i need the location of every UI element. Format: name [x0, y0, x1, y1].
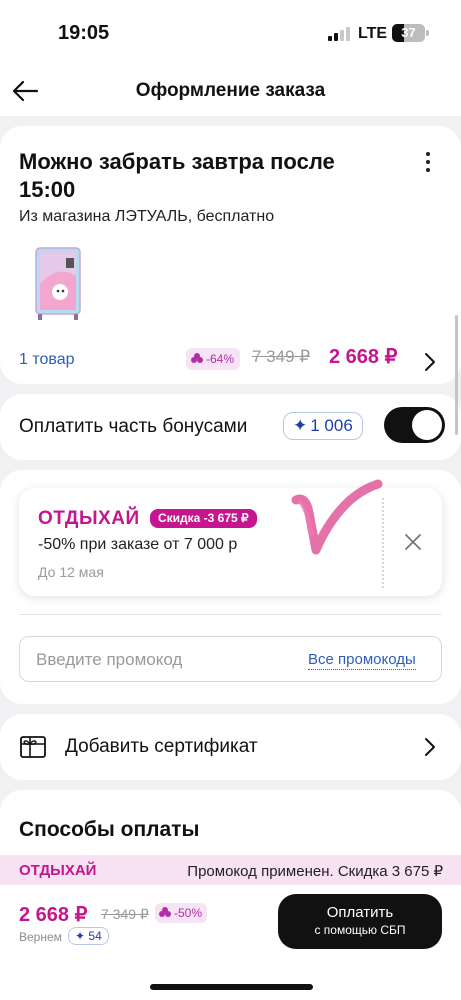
discount-badge: -64%: [186, 348, 241, 370]
cashback-label: Вернем: [19, 930, 62, 944]
status-bar: 19:05 LTE 37: [0, 0, 461, 68]
pay-button-sublabel: с помощью СБП: [314, 923, 406, 937]
banner-message: Промокод применен. Скидка 3 675 ₽: [187, 863, 443, 880]
star-icon: ✦: [293, 416, 308, 435]
promo-applied-banner: ОТДЫХАЙ Промокод применен. Скидка 3 675 …: [0, 855, 461, 885]
star-icon: ✦: [75, 929, 86, 943]
pink-checkmark-drawing: [291, 479, 383, 555]
product-image[interactable]: [30, 244, 86, 324]
flower-icon: [159, 907, 171, 917]
toggle-knob: [412, 410, 442, 440]
promo-card: ОТДЫХАЙ Скидка -3 675 ₽ -50% при заказе …: [0, 470, 461, 704]
cashback-amount: 54: [88, 929, 102, 943]
all-promos-link[interactable]: Все промокоды: [308, 651, 416, 670]
battery-tip: [426, 30, 429, 36]
battery-icon: 37: [392, 24, 425, 42]
payment-methods-title: Способы оплаты: [19, 818, 200, 841]
home-indicator[interactable]: [150, 984, 313, 990]
pay-button[interactable]: Оплатить с помощью СБП: [278, 894, 442, 949]
bonus-toggle[interactable]: [384, 407, 445, 443]
bonus-balance: ✦ 1 006: [283, 412, 363, 440]
total-discount-badge: -50%: [155, 903, 208, 923]
checkout-bar: 2 668 ₽ 7 349 ₽ -50% Вернем ✦ 54 Оплатит…: [0, 885, 461, 1000]
bonus-label: Оплатить часть бонусами: [19, 416, 248, 437]
total-old-price: 7 349 ₽: [101, 906, 149, 922]
coupon-description: -50% при заказе от 7 000 р: [38, 536, 238, 553]
promo-code-input[interactable]: Введите промокод Все промокоды: [19, 636, 442, 682]
coupon-discount-badge: Скидка -3 675 ₽: [150, 509, 257, 528]
flower-icon: [191, 353, 203, 363]
new-price: 2 668 ₽: [329, 346, 398, 368]
cashback-chip: ✦ 54: [68, 927, 109, 945]
bonus-amount: 1 006: [310, 416, 353, 435]
status-time: 19:05: [58, 22, 110, 44]
discount-value: -64%: [206, 352, 235, 366]
scrollbar[interactable]: [455, 315, 458, 435]
banner-promo-code: ОТДЫХАЙ: [19, 862, 97, 879]
signal-icon: [328, 27, 350, 41]
kebab-menu-icon[interactable]: [420, 150, 436, 174]
chevron-right-icon: [425, 738, 435, 756]
page-title: Оформление заказа: [135, 80, 326, 101]
certificate-label: Добавить сертификат: [65, 736, 258, 757]
coupon-code: ОТДЫХАЙ: [38, 508, 140, 529]
delivery-title: Можно забрать завтра после 15:00: [19, 149, 335, 202]
bonus-card: Оплатить часть бонусами ✦ 1 006: [0, 394, 461, 460]
pay-button-label: Оплатить: [326, 904, 394, 921]
certificate-icon: [20, 736, 46, 758]
network-label: LTE: [358, 25, 388, 42]
items-count-link[interactable]: 1 товар: [19, 351, 75, 369]
close-icon[interactable]: [403, 532, 423, 552]
total-discount-value: -50%: [174, 906, 203, 920]
old-price: 7 349 ₽: [252, 347, 311, 366]
delivery-subtitle: Из магазина ЛЭТУАЛЬ, бесплатно: [19, 208, 275, 225]
promo-placeholder: Введите промокод: [36, 650, 183, 669]
header: Оформление заказа: [0, 68, 461, 116]
delivery-card: Можно забрать завтра после 15:00 Из мага…: [0, 126, 461, 384]
certificate-row[interactable]: Добавить сертификат: [0, 714, 461, 780]
chevron-right-icon[interactable]: [423, 351, 437, 373]
battery-level: 37: [401, 25, 416, 40]
divider: [19, 614, 442, 615]
total-price: 2 668 ₽: [19, 904, 88, 926]
coupon-expiry: До 12 мая: [38, 564, 104, 580]
